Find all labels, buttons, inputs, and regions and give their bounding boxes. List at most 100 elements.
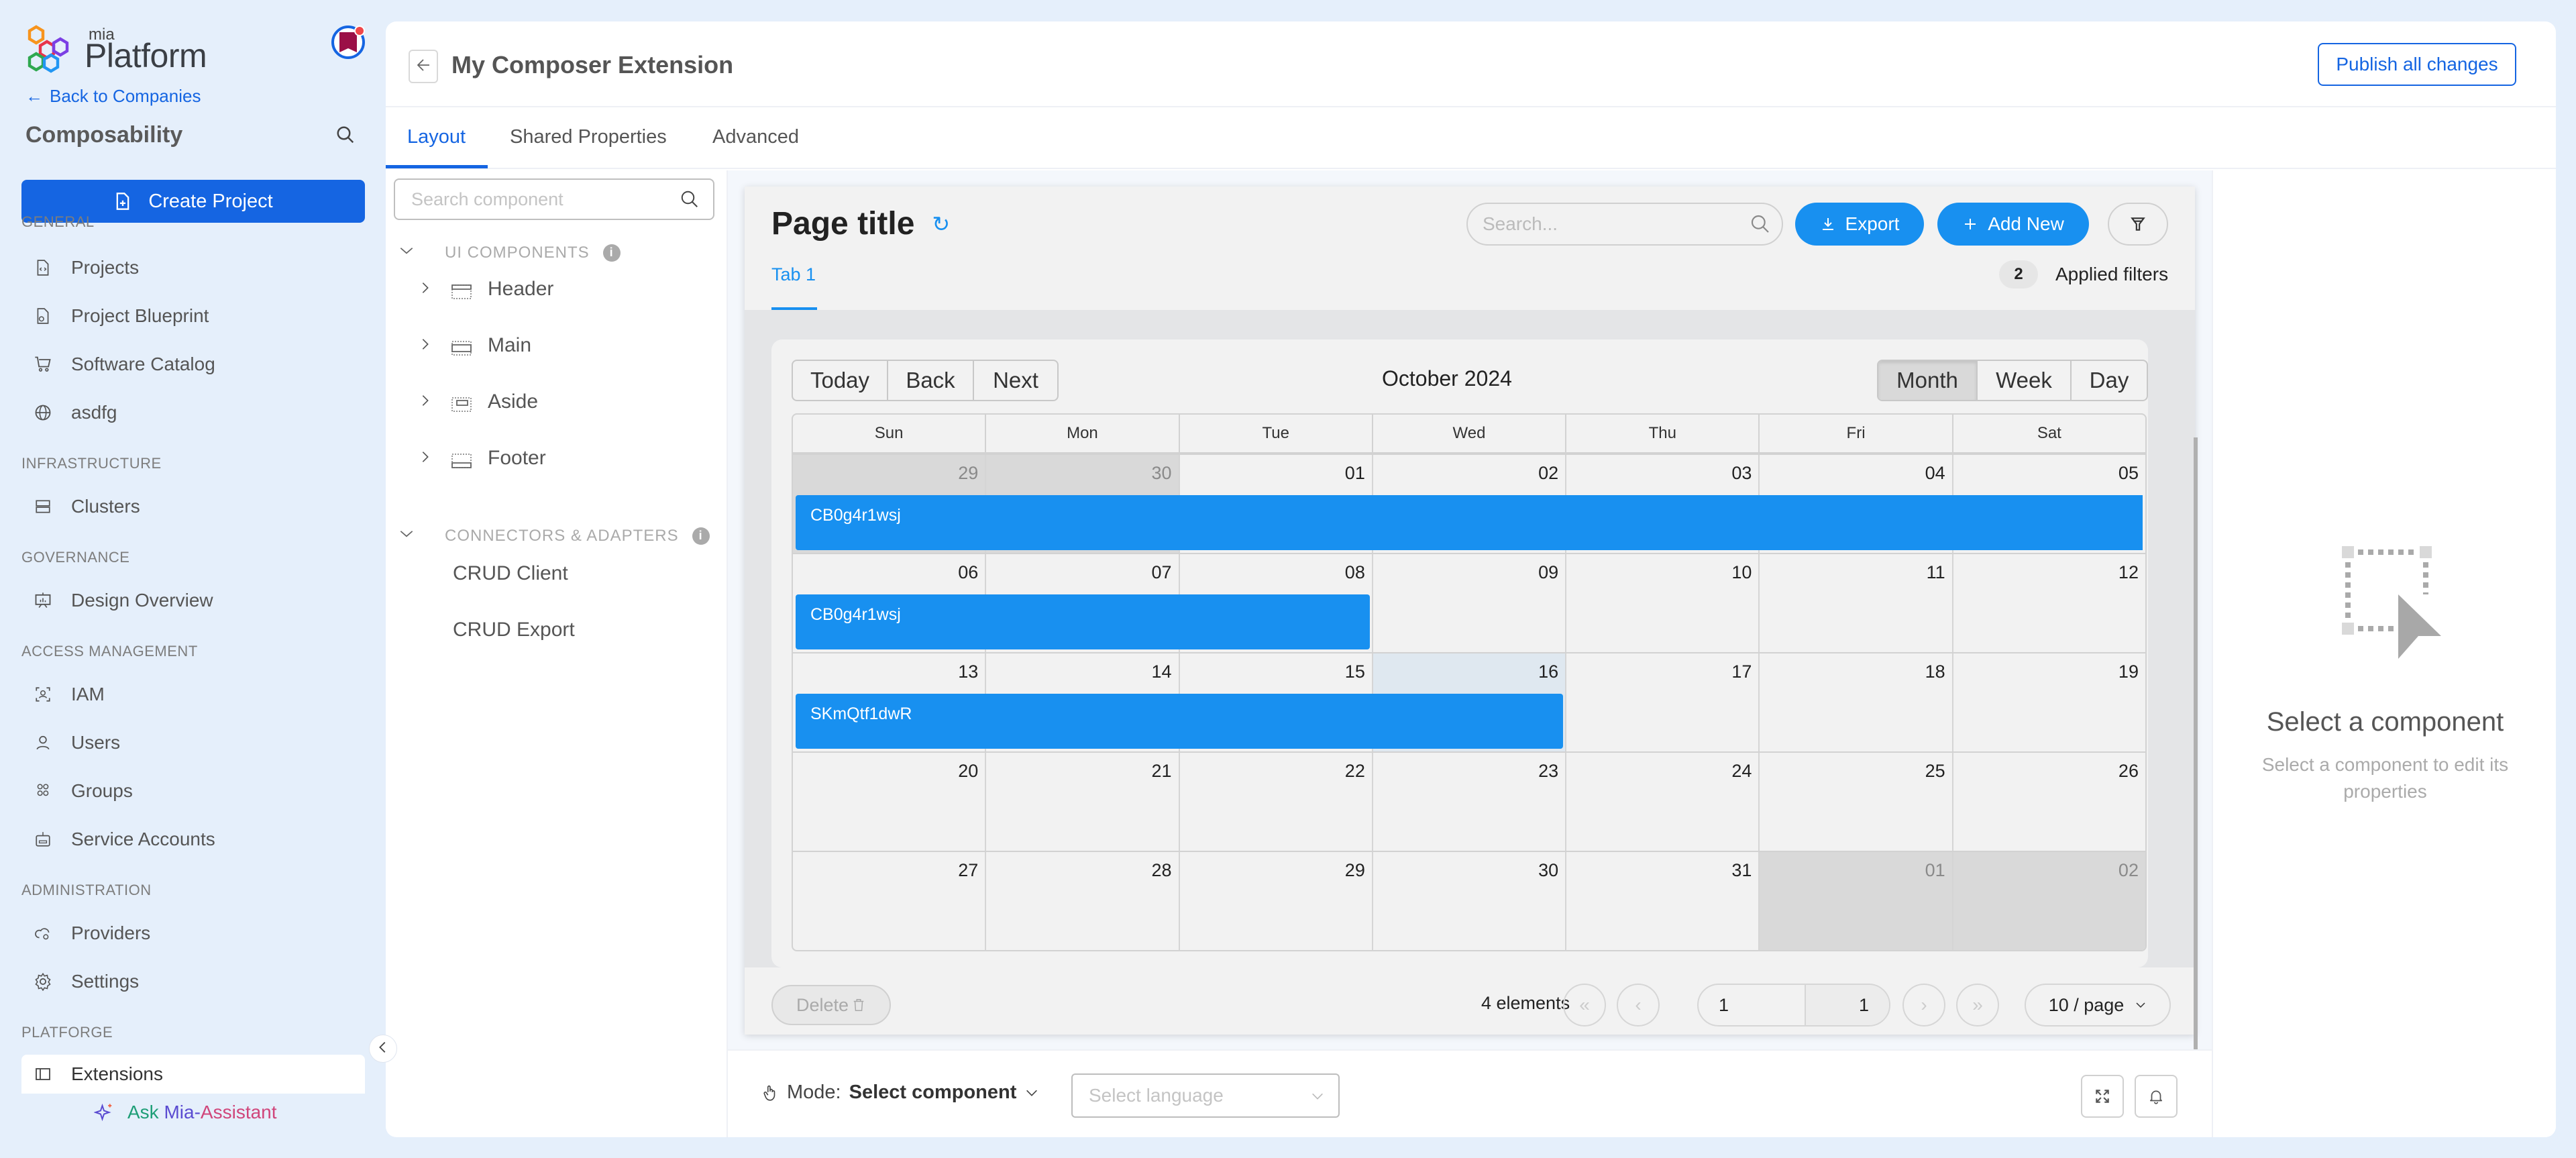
preview-tab-1[interactable]: Tab 1 bbox=[771, 264, 816, 285]
sidebar-item-asdfg[interactable]: asdfg bbox=[21, 393, 365, 432]
day-number[interactable]: 02 bbox=[1538, 463, 1558, 484]
calendar-day-cell[interactable]: 10 bbox=[1566, 554, 1760, 652]
chevron-right-icon[interactable] bbox=[418, 278, 451, 301]
day-number[interactable]: 26 bbox=[2118, 761, 2139, 782]
calendar-day-cell[interactable]: 21 bbox=[986, 753, 1180, 851]
day-number[interactable]: 30 bbox=[1152, 463, 1172, 484]
day-number[interactable]: 17 bbox=[1731, 662, 1752, 682]
tab-advanced[interactable]: Advanced bbox=[712, 126, 799, 148]
back-button[interactable]: Back bbox=[888, 361, 974, 400]
day-number[interactable]: 22 bbox=[1345, 761, 1365, 782]
tree-item-footer[interactable]: Footer bbox=[418, 447, 546, 470]
info-icon[interactable]: i bbox=[692, 527, 710, 545]
export-button[interactable]: Export bbox=[1795, 203, 1924, 246]
first-page-button[interactable]: « bbox=[1563, 984, 1606, 1027]
day-number[interactable]: 16 bbox=[1538, 662, 1558, 682]
tree-section-connectors-adapters[interactable]: CONNECTORS & ADAPTERS i bbox=[398, 525, 710, 547]
day-number[interactable]: 01 bbox=[1925, 860, 1945, 881]
day-number[interactable]: 09 bbox=[1538, 562, 1558, 583]
today-button[interactable]: Today bbox=[793, 361, 888, 400]
day-number[interactable]: 23 bbox=[1538, 761, 1558, 782]
search-icon[interactable] bbox=[335, 125, 356, 145]
calendar-day-cell[interactable]: 30 bbox=[1373, 852, 1567, 950]
day-number[interactable]: 20 bbox=[958, 761, 978, 782]
day-number[interactable]: 13 bbox=[958, 662, 978, 682]
calendar-day-cell[interactable]: 18 bbox=[1760, 653, 1953, 751]
calendar-day-cell[interactable]: 23 bbox=[1373, 753, 1567, 851]
fullscreen-button[interactable] bbox=[2081, 1075, 2124, 1118]
day-number[interactable]: 24 bbox=[1731, 761, 1752, 782]
tree-section-ui-components[interactable]: UI COMPONENTS i bbox=[398, 242, 621, 264]
last-page-button[interactable]: » bbox=[1956, 984, 1999, 1027]
mia-platform-logo[interactable]: mia Platform bbox=[25, 24, 232, 78]
calendar-day-cell[interactable]: 24 bbox=[1566, 753, 1760, 851]
refresh-icon[interactable]: ↻ bbox=[932, 211, 950, 237]
sidebar-item-clusters[interactable]: Clusters bbox=[21, 487, 365, 526]
day-number[interactable]: 04 bbox=[1925, 463, 1945, 484]
tree-item-crud-client[interactable]: CRUD Client bbox=[453, 562, 568, 585]
add-new-button[interactable]: Add New bbox=[1937, 203, 2089, 246]
chevron-right-icon[interactable] bbox=[418, 390, 451, 413]
sidebar-item-groups[interactable]: Groups bbox=[21, 772, 365, 810]
day-number[interactable]: 31 bbox=[1731, 860, 1752, 881]
tab-shared-properties[interactable]: Shared Properties bbox=[510, 126, 667, 148]
sidebar-item-service-accounts[interactable]: Service Accounts bbox=[21, 820, 365, 859]
search-component-input[interactable]: Search component bbox=[394, 178, 714, 220]
day-number[interactable]: 29 bbox=[958, 463, 978, 484]
calendar-day-cell[interactable]: 02 bbox=[1953, 852, 2145, 950]
sidebar-item-project-blueprint[interactable]: Project Blueprint bbox=[21, 297, 365, 335]
day-number[interactable]: 06 bbox=[958, 562, 978, 583]
day-number[interactable]: 11 bbox=[1927, 562, 1945, 583]
back-button[interactable] bbox=[409, 50, 438, 83]
next-page-button[interactable]: › bbox=[1902, 984, 1945, 1027]
sidebar-item-projects[interactable]: Projects bbox=[21, 248, 365, 287]
day-number[interactable]: 01 bbox=[1345, 463, 1365, 484]
calendar-day-cell[interactable]: 19 bbox=[1953, 653, 2145, 751]
user-avatar[interactable] bbox=[331, 25, 365, 59]
calendar-day-cell[interactable]: 29 bbox=[1180, 852, 1373, 950]
tree-item-crud-export[interactable]: CRUD Export bbox=[453, 619, 575, 641]
day-number[interactable]: 25 bbox=[1925, 761, 1945, 782]
ask-mia-assistant-button[interactable]: Ask Mia-Assistant bbox=[94, 1102, 277, 1123]
day-number[interactable]: 02 bbox=[2118, 860, 2139, 881]
page-input[interactable]: 1 1 bbox=[1697, 984, 1890, 1027]
calendar-day-cell[interactable]: 11 bbox=[1760, 554, 1953, 652]
day-number[interactable]: 03 bbox=[1731, 463, 1752, 484]
day-number[interactable]: 05 bbox=[2118, 463, 2139, 484]
notifications-button[interactable] bbox=[2135, 1075, 2178, 1118]
delete-button[interactable]: Delete bbox=[771, 985, 891, 1025]
day-number[interactable]: 12 bbox=[2118, 562, 2139, 583]
calendar-day-cell[interactable]: 31 bbox=[1566, 852, 1760, 950]
filter-button[interactable] bbox=[2108, 203, 2168, 246]
current-page[interactable]: 1 bbox=[1699, 985, 1806, 1025]
back-to-companies-link[interactable]: ← Back to Companies bbox=[25, 86, 201, 107]
calendar-day-cell[interactable]: 01 bbox=[1760, 852, 1953, 950]
day-number[interactable]: 14 bbox=[1152, 662, 1172, 682]
info-icon[interactable]: i bbox=[602, 244, 621, 262]
day-number[interactable]: 19 bbox=[2118, 662, 2139, 682]
sidebar-item-users[interactable]: Users bbox=[21, 723, 365, 762]
day-number[interactable]: 15 bbox=[1345, 662, 1365, 682]
next-button[interactable]: Next bbox=[974, 361, 1057, 400]
day-number[interactable]: 28 bbox=[1152, 860, 1172, 881]
calendar-day-cell[interactable]: 27 bbox=[793, 852, 987, 950]
calendar-event[interactable]: CB0g4r1wsj bbox=[796, 594, 1370, 649]
calendar-day-cell[interactable]: 25 bbox=[1760, 753, 1953, 851]
day-number[interactable]: 08 bbox=[1345, 562, 1365, 583]
view-month-button[interactable]: Month bbox=[1878, 361, 1978, 400]
tab-layout[interactable]: Layout bbox=[407, 126, 466, 148]
tree-item-header[interactable]: Header bbox=[418, 278, 553, 301]
tree-item-main[interactable]: Main bbox=[418, 334, 531, 357]
day-number[interactable]: 10 bbox=[1731, 562, 1752, 583]
publish-all-changes-button[interactable]: Publish all changes bbox=[2318, 43, 2516, 86]
sidebar-item-software-catalog[interactable]: Software Catalog bbox=[21, 345, 365, 384]
calendar-day-cell[interactable]: 28 bbox=[986, 852, 1180, 950]
view-day-button[interactable]: Day bbox=[2072, 361, 2147, 400]
mode-select[interactable]: Mode: Select component bbox=[761, 1082, 1039, 1104]
calendar-day-cell[interactable]: 26 bbox=[1953, 753, 2145, 851]
calendar-event[interactable]: SKmQtf1dwR bbox=[796, 694, 1563, 749]
day-number[interactable]: 21 bbox=[1152, 761, 1172, 782]
collapse-sidebar-button[interactable] bbox=[369, 1035, 397, 1063]
chevron-right-icon[interactable] bbox=[418, 447, 451, 470]
sidebar-item-design-overview[interactable]: Design Overview bbox=[21, 581, 365, 620]
